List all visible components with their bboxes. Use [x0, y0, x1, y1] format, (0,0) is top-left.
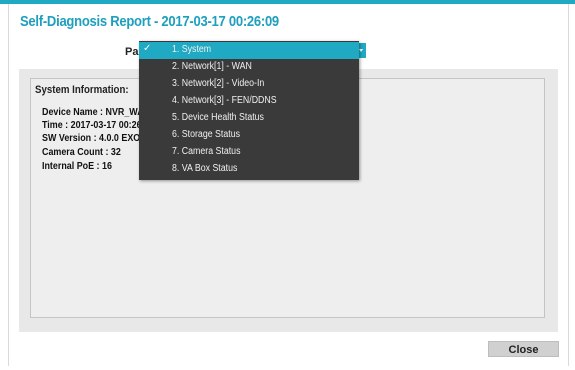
check-icon: ✓ [143, 43, 152, 54]
page-option-label: 5. Device Health Status [172, 112, 264, 123]
dialog-title: Self-Diagnosis Report - 2017-03-17 00:26… [20, 14, 279, 30]
page-select-label: Pa [125, 46, 139, 58]
page-option-network-fen-ddns[interactable]: 4. Network[3] - FEN/DDNS [139, 93, 359, 110]
page-option-label: 1. System [172, 44, 212, 55]
page-option-network-video-in[interactable]: 3. Network[2] - Video-In [139, 76, 359, 93]
page-option-system[interactable]: ✓ 1. System [139, 42, 359, 59]
system-information-header: System Information: [35, 84, 129, 96]
page-option-device-health[interactable]: 5. Device Health Status [139, 110, 359, 127]
camera-count-line: Camera Count : 32 [42, 146, 121, 158]
page-option-label: 3. Network[2] - Video-In [172, 78, 265, 89]
page-option-storage-status[interactable]: 6. Storage Status [139, 127, 359, 144]
page-dropdown-menu: ✓ 1. System 2. Network[1] - WAN 3. Netwo… [139, 41, 359, 180]
page-option-network-wan[interactable]: 2. Network[1] - WAN [139, 59, 359, 76]
page-option-label: 8. VA Box Status [172, 163, 238, 174]
internal-poe-line: Internal PoE : 16 [42, 160, 112, 172]
page-option-camera-status[interactable]: 7. Camera Status [139, 144, 359, 161]
page-option-label: 4. Network[3] - FEN/DDNS [172, 95, 277, 106]
page-option-label: 6. Storage Status [172, 129, 241, 140]
page-option-va-box-status[interactable]: 8. VA Box Status [139, 161, 359, 178]
page-option-label: 7. Camera Status [172, 146, 241, 157]
time-line: Time : 2017-03-17 00:26:09 [42, 119, 155, 131]
page-option-label: 2. Network[1] - WAN [172, 61, 252, 72]
close-button[interactable]: Close [488, 341, 559, 357]
